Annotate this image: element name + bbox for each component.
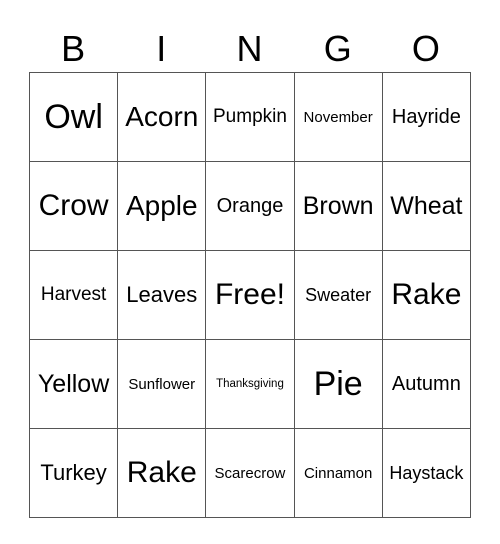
grid-row: Yellow Sunflower Thanksgiving Pie Autumn: [28, 339, 472, 429]
header-letter-i: I: [156, 28, 167, 69]
bingo-cell[interactable]: Thanksgiving: [205, 339, 295, 429]
bingo-cell[interactable]: Hayride: [381, 72, 472, 162]
bingo-cell[interactable]: Yellow: [28, 339, 119, 429]
bingo-cell[interactable]: Pumpkin: [205, 72, 295, 162]
header-letter-o: O: [411, 28, 440, 69]
free-space-cell[interactable]: Free!: [205, 250, 295, 340]
bingo-cell[interactable]: Rake: [381, 250, 472, 340]
bingo-cell[interactable]: Rake: [117, 428, 207, 518]
bingo-cell[interactable]: Sweater: [293, 250, 383, 340]
bingo-grid: Owl Acorn Pumpkin November Hayride Crow …: [28, 72, 472, 518]
grid-row: Turkey Rake Scarecrow Cinnamon Haystack: [28, 428, 472, 518]
header-letter-g: G: [323, 28, 352, 69]
bingo-cell[interactable]: November: [293, 72, 383, 162]
bingo-cell[interactable]: Owl: [28, 72, 119, 162]
bingo-cell[interactable]: Cinnamon: [293, 428, 383, 518]
bingo-header: B I N G O: [29, 26, 470, 72]
bingo-cell[interactable]: Brown: [293, 161, 383, 251]
bingo-cell[interactable]: Apple: [117, 161, 207, 251]
bingo-cell[interactable]: Turkey: [28, 428, 119, 518]
bingo-cell[interactable]: Pie: [293, 339, 383, 429]
bingo-cell[interactable]: Sunflower: [117, 339, 207, 429]
grid-row: Crow Apple Orange Brown Wheat: [28, 161, 472, 251]
bingo-cell[interactable]: Haystack: [381, 428, 472, 518]
grid-row: Harvest Leaves Free! Sweater Rake: [28, 250, 472, 340]
bingo-cell[interactable]: Crow: [28, 161, 119, 251]
bingo-cell[interactable]: Leaves: [117, 250, 207, 340]
grid-row: Owl Acorn Pumpkin November Hayride: [28, 72, 472, 162]
bingo-cell[interactable]: Orange: [205, 161, 295, 251]
header-letter-n: N: [236, 28, 263, 69]
bingo-cell[interactable]: Autumn: [381, 339, 472, 429]
bingo-cell[interactable]: Scarecrow: [205, 428, 295, 518]
header-letter-b: B: [61, 28, 86, 69]
bingo-cell[interactable]: Acorn: [117, 72, 207, 162]
bingo-cell[interactable]: Harvest: [28, 250, 119, 340]
bingo-cell[interactable]: Wheat: [381, 161, 472, 251]
